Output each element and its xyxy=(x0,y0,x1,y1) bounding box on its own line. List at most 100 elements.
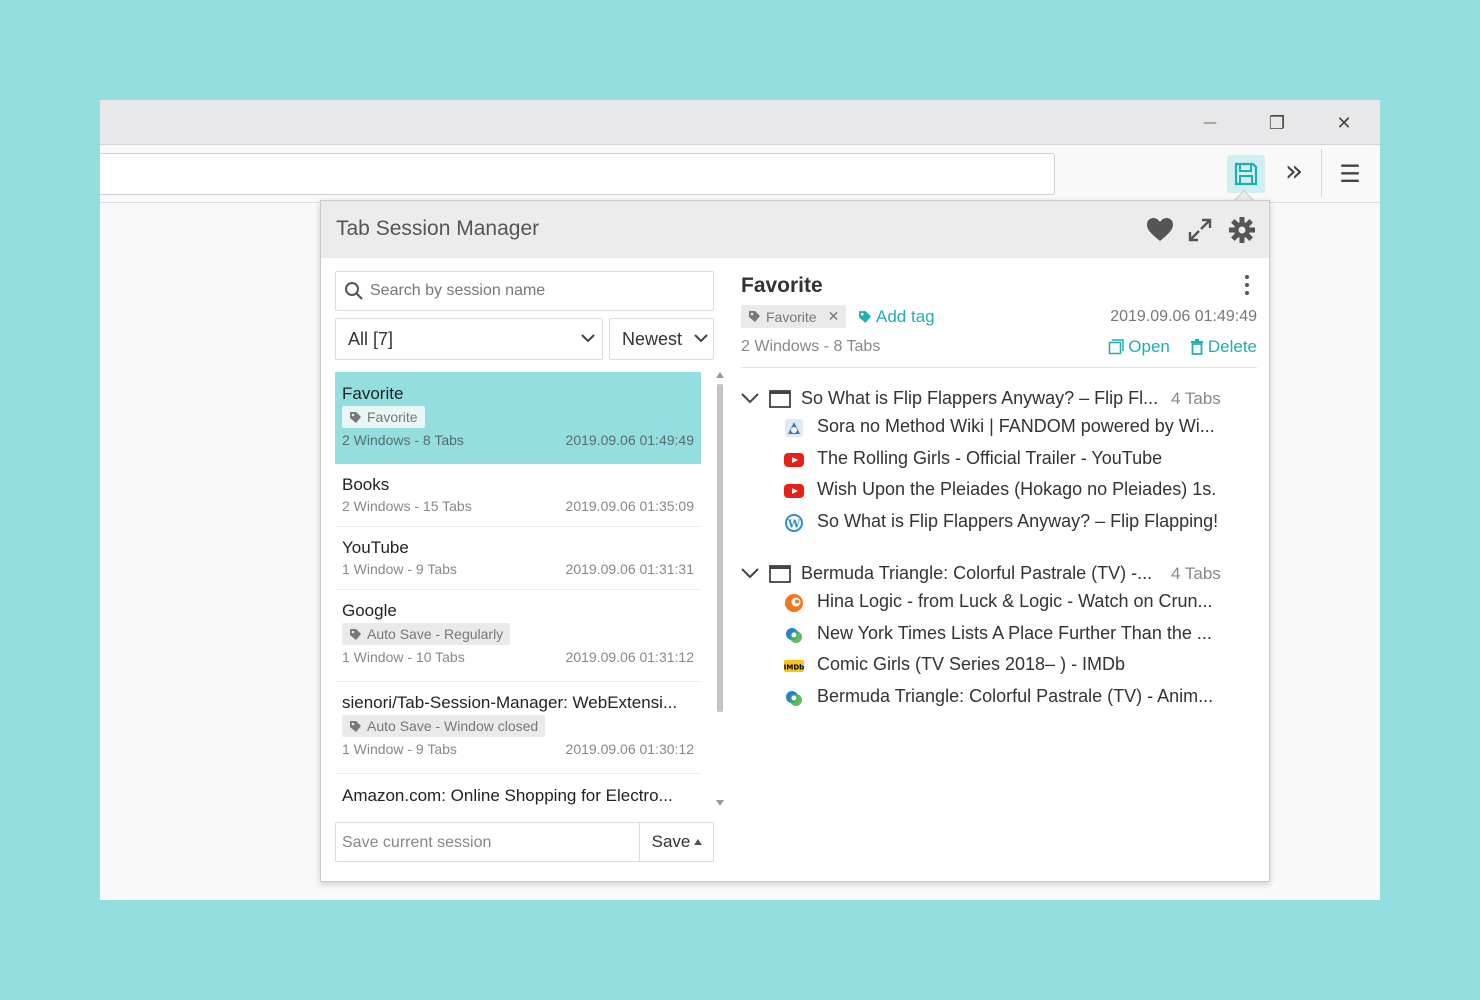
window-group: Bermuda Triangle: Colorful Pastrale (TV)… xyxy=(741,560,1257,714)
filter-select-value: All [7] xyxy=(348,329,394,349)
tab-item[interactable]: Hina Logic - from Luck & Logic - Watch o… xyxy=(741,588,1257,620)
session-tag: Auto Save - Regularly xyxy=(342,623,511,645)
minimize-icon: — xyxy=(1203,115,1217,131)
anime-news-icon xyxy=(786,690,802,706)
tab-title: Bermuda Triangle: Colorful Pastrale (TV)… xyxy=(817,685,1214,706)
window-icon xyxy=(769,565,791,583)
tab-session-manager-button[interactable] xyxy=(1227,155,1265,193)
delete-button[interactable]: Delete xyxy=(1190,337,1257,357)
anime-news-icon xyxy=(786,627,802,643)
dot xyxy=(1245,291,1249,295)
heart-icon xyxy=(1147,218,1173,241)
scroll-thumb[interactable] xyxy=(717,384,723,712)
tab-item[interactable]: Wish Upon the Pleiades (Hokago no Pleiad… xyxy=(741,476,1257,508)
tag-icon xyxy=(749,311,760,322)
session-meta: 2 Windows - 8 Tabs xyxy=(342,431,464,448)
minimize-button[interactable]: — xyxy=(1195,108,1225,138)
close-icon: ✕ xyxy=(1336,112,1352,134)
session-name: Books xyxy=(342,475,390,494)
session-item[interactable]: Books 2 Windows - 15 Tabs 2019.09.06 01:… xyxy=(335,464,701,527)
window-header[interactable]: So What is Flip Flappers Anyway? – Flip … xyxy=(741,385,1257,413)
open-window-icon xyxy=(1109,339,1125,355)
remove-tag-icon[interactable]: ✕ xyxy=(828,308,840,325)
add-tag-link[interactable]: Add tag xyxy=(858,307,935,327)
tab-title: Hina Logic - from Luck & Logic - Watch o… xyxy=(817,591,1213,611)
detail-divider xyxy=(741,367,1257,368)
tab-item[interactable]: Sora no Method Wiki | FANDOM powered by … xyxy=(741,413,1257,445)
search-box xyxy=(335,271,714,311)
browser-toolbar: » ☰ xyxy=(100,145,1380,203)
session-tag: Auto Save - Window closed xyxy=(342,715,546,737)
close-window-button[interactable]: ✕ xyxy=(1329,108,1359,138)
session-item[interactable]: YouTube 1 Window - 9 Tabs 2019.09.06 01:… xyxy=(335,527,701,590)
window-title: So What is Flip Flappers Anyway? – Flip … xyxy=(801,388,1159,408)
dot xyxy=(1245,283,1249,287)
window-tab-count: 4 Tabs xyxy=(1171,389,1221,408)
settings-button[interactable] xyxy=(1225,213,1259,247)
session-meta: 1 Window - 10 Tabs xyxy=(342,648,465,665)
session-name: Google xyxy=(342,601,397,620)
tag-icon xyxy=(350,720,361,732)
session-meta-row: 2 Windows - 15 Tabs 2019.09.06 01:35:09 xyxy=(342,498,694,514)
imdb-icon: IMDb xyxy=(784,660,804,672)
session-item[interactable]: Amazon.com: Online Shopping for Electro.… xyxy=(335,774,701,812)
session-item[interactable]: Google Auto Save - Regularly 1 Window - … xyxy=(335,590,701,682)
detail-actions: Open Delete xyxy=(1108,337,1257,357)
session-date: 2019.09.06 01:31:31 xyxy=(565,561,694,577)
detail-title: Favorite xyxy=(741,274,823,297)
floppy-disk-icon xyxy=(1234,162,1258,186)
chevron-double-right-icon: » xyxy=(1284,154,1304,189)
tab-item[interactable]: W So What is Flip Flappers Anyway? – Fli… xyxy=(741,508,1257,540)
caret-up-icon xyxy=(694,839,703,845)
expand-button[interactable] xyxy=(1183,213,1217,247)
restore-button[interactable]: ❐ xyxy=(1262,108,1292,138)
tab-title: The Rolling Girls - Official Trailer - Y… xyxy=(817,447,1163,468)
youtube-icon xyxy=(784,452,804,467)
window-header[interactable]: Bermuda Triangle: Colorful Pastrale (TV)… xyxy=(741,560,1257,588)
save-button-label: Save xyxy=(651,832,691,851)
overflow-menu-button[interactable]: » xyxy=(1275,155,1313,193)
expand-icon xyxy=(1188,218,1212,242)
search-input[interactable] xyxy=(370,280,700,302)
session-list-scrollbar[interactable] xyxy=(714,372,726,812)
save-session-input[interactable] xyxy=(342,832,632,854)
tab-item[interactable]: New York Times Lists A Place Further Tha… xyxy=(741,620,1257,652)
session-tag-label: Favorite xyxy=(367,409,418,425)
dot xyxy=(1245,275,1249,279)
tab-title: Comic Girls (TV Series 2018– ) - IMDb xyxy=(817,654,1126,674)
tab-item[interactable]: IMDb Comic Girls (TV Series 2018– ) - IM… xyxy=(741,651,1257,683)
sort-select[interactable]: Newest xyxy=(609,318,714,360)
session-name: YouTube xyxy=(342,538,409,557)
delete-label: Delete xyxy=(1207,337,1257,356)
session-meta-row: 1 Window - 9 Tabs 2019.09.06 01:30:12 xyxy=(342,741,694,757)
session-item[interactable]: Favorite Favorite 2 Windows - 8 Tabs 201… xyxy=(335,372,701,464)
tag-icon xyxy=(859,311,871,323)
tab-item[interactable]: Bermuda Triangle: Colorful Pastrale (TV)… xyxy=(741,683,1257,715)
chevron-down-icon[interactable] xyxy=(741,393,759,404)
url-bar[interactable] xyxy=(100,153,1055,195)
session-name: Amazon.com: Online Shopping for Electro.… xyxy=(342,786,673,805)
session-meta: 1 Window - 9 Tabs xyxy=(342,561,457,577)
favorite-button[interactable] xyxy=(1143,213,1177,247)
detail-meta: 2 Windows - 8 Tabs xyxy=(741,338,881,355)
popup-header: Tab Session Manager xyxy=(321,201,1269,258)
session-name: sienori/Tab-Session-Manager: WebExtensi.… xyxy=(342,693,678,712)
window-icon xyxy=(769,390,791,408)
save-button[interactable]: Save xyxy=(639,823,714,861)
filter-select[interactable]: All [7] xyxy=(335,318,603,360)
youtube-icon xyxy=(784,484,804,498)
session-item[interactable]: sienori/Tab-Session-Manager: WebExtensi.… xyxy=(335,682,701,774)
detail-more-menu[interactable] xyxy=(1239,271,1255,299)
sort-select-value: Newest xyxy=(622,329,683,349)
open-button[interactable]: Open xyxy=(1108,337,1170,357)
toolbar-separator xyxy=(1321,149,1322,197)
session-meta-row: 2 Windows - 8 Tabs 2019.09.06 01:49:49 xyxy=(342,432,694,448)
chevron-down-icon[interactable] xyxy=(741,568,759,579)
tag-icon xyxy=(350,411,361,423)
hamburger-menu-icon: ☰ xyxy=(1339,160,1361,188)
session-meta: 2 Windows - 15 Tabs xyxy=(342,498,472,514)
window-tab-count: 4 Tabs xyxy=(1171,564,1221,583)
chevron-down-icon xyxy=(581,334,595,343)
main-menu-button[interactable]: ☰ xyxy=(1331,155,1369,193)
tab-item[interactable]: The Rolling Girls - Official Trailer - Y… xyxy=(741,445,1257,477)
